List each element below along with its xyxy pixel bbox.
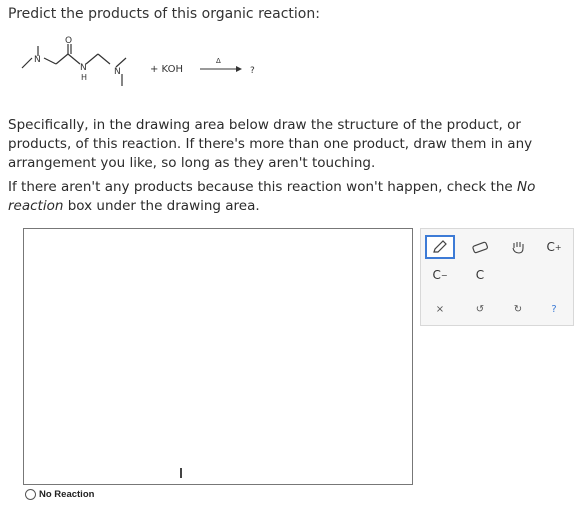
instructions-text: If there aren't any products because thi… xyxy=(8,179,517,195)
reaction-scheme: N O N H N + KOH Δ ? xyxy=(21,36,255,86)
drawing-toolbar: C + C − C × ↺ ↻ ? xyxy=(420,228,574,326)
no-reaction-label: No Reaction xyxy=(39,489,95,500)
atom-n3: N xyxy=(114,67,121,77)
undo-tool[interactable]: ↺ xyxy=(465,297,495,321)
clear-tool[interactable]: × xyxy=(425,297,455,321)
close-icon: × xyxy=(435,303,445,315)
reagent-label: + KOH xyxy=(150,64,183,75)
drawing-area[interactable] xyxy=(23,228,413,485)
arrow-head xyxy=(236,66,242,72)
anion-tool[interactable]: C − xyxy=(425,263,455,287)
minus-charge: − xyxy=(440,270,448,280)
atom-o: O xyxy=(65,36,72,46)
atom-n1: N xyxy=(34,55,41,65)
redo-icon: ↻ xyxy=(513,303,523,315)
hand-icon xyxy=(512,242,524,254)
help-icon: ? xyxy=(551,303,557,315)
radical-label: C xyxy=(475,268,485,282)
no-reaction-checkbox[interactable]: No Reaction xyxy=(25,489,94,500)
help-tool[interactable]: ? xyxy=(539,297,569,321)
radical-tool[interactable]: C xyxy=(465,263,495,287)
eraser-tool[interactable] xyxy=(465,235,495,259)
hand-tool[interactable] xyxy=(503,235,533,259)
undo-icon: ↺ xyxy=(475,303,485,315)
cation-label: C xyxy=(546,240,555,254)
redo-tool[interactable]: ↻ xyxy=(503,297,533,321)
plus-charge: + xyxy=(554,242,562,252)
no-reaction-radio[interactable] xyxy=(25,489,36,500)
pencil-icon xyxy=(433,240,447,253)
product-placeholder: ? xyxy=(250,66,255,76)
text-cursor xyxy=(180,468,182,478)
instructions-paragraph-1: Specifically, in the drawing area below … xyxy=(8,117,533,171)
atom-h: H xyxy=(81,73,87,82)
pencil-tool[interactable] xyxy=(425,235,455,259)
question-title: Predict the products of this organic rea… xyxy=(8,6,320,22)
cation-tool[interactable]: C + xyxy=(539,235,569,259)
eraser-icon xyxy=(472,241,488,254)
instructions-text-end: box under the drawing area. xyxy=(63,198,260,214)
atom-n2: N xyxy=(80,63,87,73)
heat-symbol: Δ xyxy=(216,57,221,65)
anion-label: C xyxy=(432,268,441,282)
instructions-paragraph-2: If there aren't any products because thi… xyxy=(8,178,568,216)
